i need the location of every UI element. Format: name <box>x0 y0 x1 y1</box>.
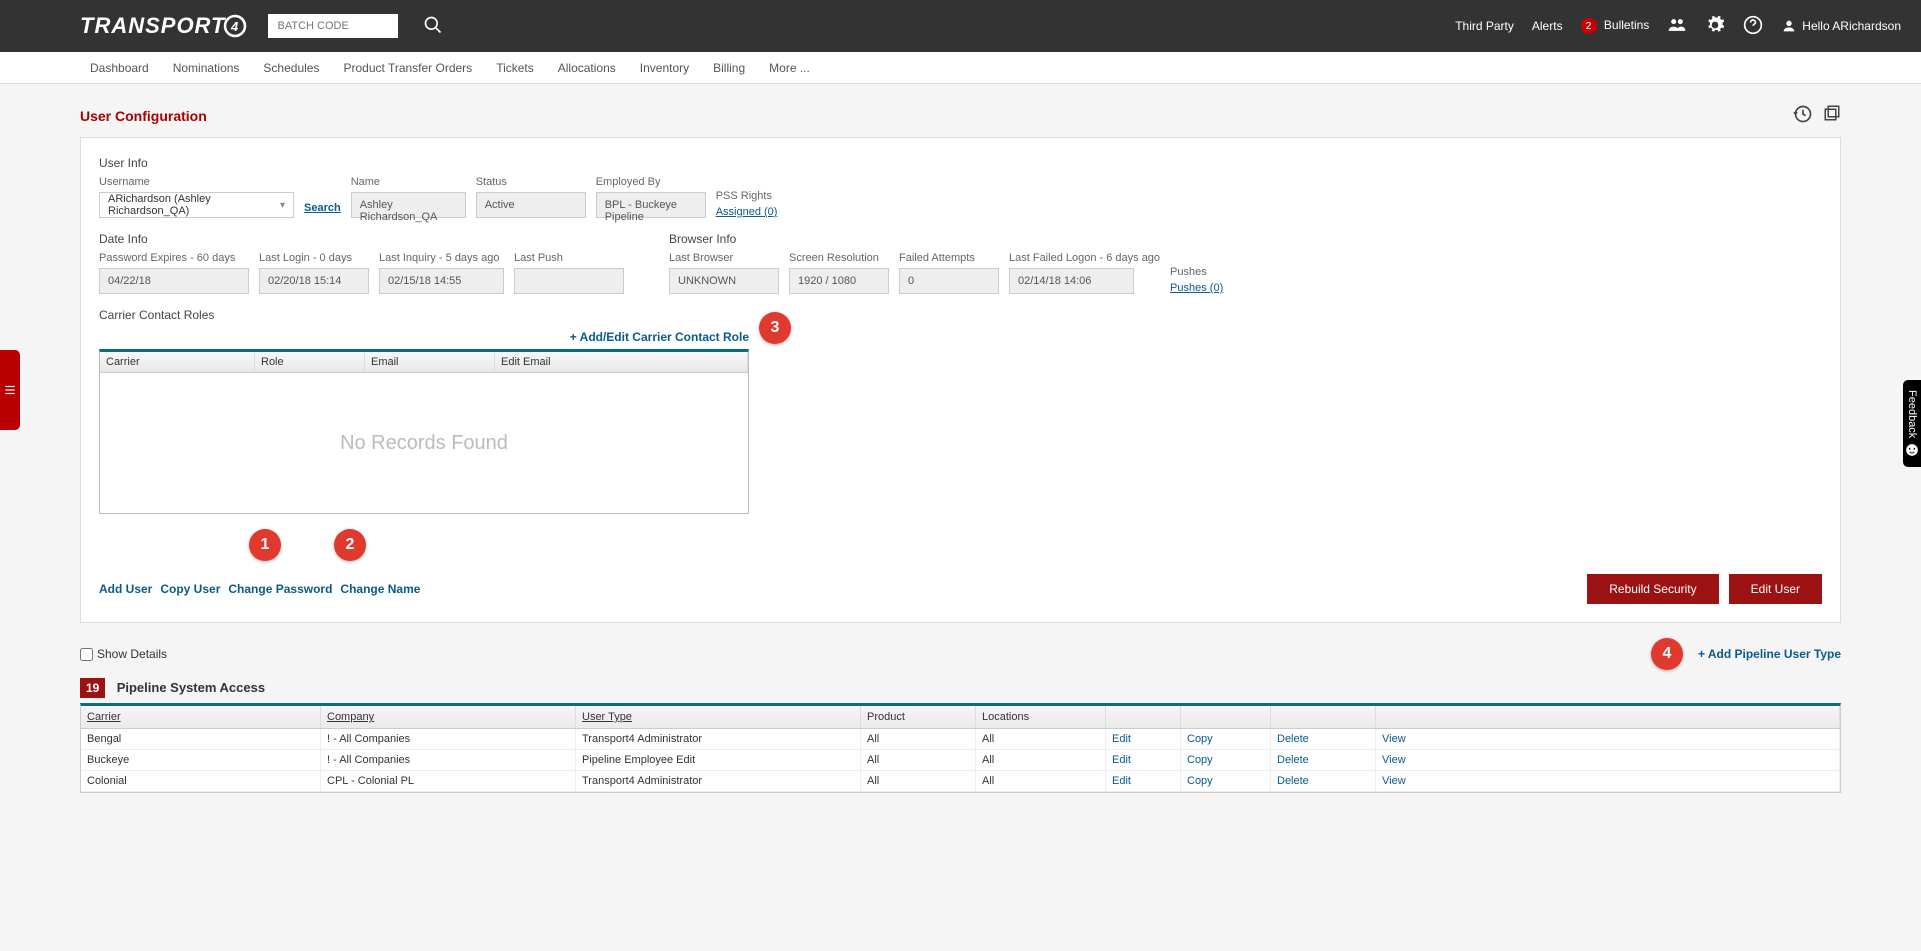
status-label: Status <box>476 176 586 188</box>
nav-tickets[interactable]: Tickets <box>496 61 534 75</box>
nav-billing[interactable]: Billing <box>713 61 745 75</box>
nav-nominations[interactable]: Nominations <box>173 61 240 75</box>
third-party-link[interactable]: Third Party <box>1455 19 1514 33</box>
roles-empty: No Records Found <box>100 373 748 513</box>
chevron-down-icon: ▾ <box>280 200 285 211</box>
psa-count-badge: 19 <box>80 678 105 698</box>
copy-user-link[interactable]: Copy User <box>160 582 220 596</box>
psa-table: Carrier Company User Type Product Locati… <box>80 703 1841 793</box>
last-failed-value: 02/14/18 14:06 <box>1009 268 1134 294</box>
logo: TRANSPORT 4 <box>80 13 248 39</box>
pw-expires-value: 04/22/18 <box>99 268 249 294</box>
annotation-bubble-3: 3 <box>759 312 791 344</box>
nav-pto[interactable]: Product Transfer Orders <box>343 61 472 75</box>
row-edit-link[interactable]: Edit <box>1106 771 1181 791</box>
pss-link[interactable]: Assigned (0) <box>716 206 778 218</box>
add-user-link[interactable]: Add User <box>99 582 152 596</box>
search-link[interactable]: Search <box>304 202 341 214</box>
bulletin-badge: 2 <box>1581 18 1597 34</box>
change-password-link[interactable]: Change Password <box>228 582 332 596</box>
nav-dashboard[interactable]: Dashboard <box>90 61 149 75</box>
feedback-tab[interactable]: Feedback <box>1903 380 1921 467</box>
copy-window-icon[interactable] <box>1823 104 1841 127</box>
last-browser-value: UNKNOWN <box>669 268 779 294</box>
header-right: Third Party Alerts 2 Bulletins Hello ARi… <box>1455 15 1901 38</box>
pss-label: PSS Rights <box>716 190 778 202</box>
table-row: Buckeye! - All CompaniesPipeline Employe… <box>81 750 1840 771</box>
edit-user-button[interactable]: Edit User <box>1729 574 1822 604</box>
show-details-checkbox[interactable]: Show Details <box>80 647 167 661</box>
user-config-panel: User Info Username ARichardson (Ashley R… <box>80 137 1841 623</box>
annotation-bubble-4: 4 <box>1651 638 1683 670</box>
help-icon[interactable] <box>1743 15 1763 38</box>
psa-col-locations[interactable]: Locations <box>976 706 1106 728</box>
last-inquiry-value: 02/15/18 14:55 <box>379 268 504 294</box>
employed-label: Employed By <box>596 176 706 188</box>
roles-col-role[interactable]: Role <box>255 352 365 372</box>
nav-schedules[interactable]: Schedules <box>263 61 319 75</box>
row-view-link[interactable]: View <box>1376 750 1840 770</box>
add-role-link[interactable]: + Add/Edit Carrier Contact Role <box>570 330 749 344</box>
add-pipeline-link[interactable]: + Add Pipeline User Type <box>1698 647 1841 661</box>
header-bar: TRANSPORT 4 Third Party Alerts 2 Bulleti… <box>0 0 1921 52</box>
people-icon[interactable] <box>1667 15 1687 38</box>
nav-allocations[interactable]: Allocations <box>558 61 616 75</box>
section-roles: Carrier Contact Roles <box>99 308 1822 322</box>
table-row: Bengal! - All CompaniesTransport4 Admini… <box>81 729 1840 750</box>
logo-icon: 4 <box>222 13 248 39</box>
svg-text:4: 4 <box>230 19 239 34</box>
psa-col-carrier[interactable]: Carrier <box>81 706 321 728</box>
annotation-bubble-2: 2 <box>334 529 366 561</box>
username-label: Username <box>99 176 294 188</box>
annotation-bubble-1: 1 <box>249 529 281 561</box>
page-title: User Configuration <box>80 108 207 124</box>
section-browser-info: Browser Info <box>669 232 1223 246</box>
failed-attempts-value: 0 <box>899 268 999 294</box>
employed-value: BPL - Buckeye Pipeline <box>596 192 706 218</box>
pushes-link[interactable]: Pushes (0) <box>1170 282 1223 294</box>
last-login-value: 02/20/18 15:14 <box>259 268 369 294</box>
last-push-value <box>514 268 624 294</box>
psa-col-company[interactable]: Company <box>321 706 576 728</box>
row-copy-link[interactable]: Copy <box>1181 750 1271 770</box>
row-edit-link[interactable]: Edit <box>1106 750 1181 770</box>
roles-col-carrier[interactable]: Carrier <box>100 352 255 372</box>
row-delete-link[interactable]: Delete <box>1271 750 1376 770</box>
batch-code-input[interactable] <box>268 14 398 38</box>
status-value: Active <box>476 192 586 218</box>
row-delete-link[interactable]: Delete <box>1271 729 1376 749</box>
screen-res-value: 1920 / 1080 <box>789 268 889 294</box>
nav-inventory[interactable]: Inventory <box>640 61 689 75</box>
table-row: ColonialCPL - Colonial PLTransport4 Admi… <box>81 771 1840 792</box>
row-copy-link[interactable]: Copy <box>1181 729 1271 749</box>
nav-more[interactable]: More ... <box>769 61 810 75</box>
roles-col-edit-email[interactable]: Edit Email <box>495 352 748 372</box>
history-icon[interactable] <box>1793 104 1813 127</box>
section-date-info: Date Info <box>99 232 629 246</box>
roles-col-email[interactable]: Email <box>365 352 495 372</box>
user-greeting[interactable]: Hello ARichardson <box>1781 18 1901 34</box>
row-delete-link[interactable]: Delete <box>1271 771 1376 791</box>
psa-col-usertype[interactable]: User Type <box>576 706 861 728</box>
change-name-link[interactable]: Change Name <box>340 582 420 596</box>
psa-title: Pipeline System Access <box>117 680 265 695</box>
name-value: Ashley Richardson_QA <box>351 192 466 218</box>
row-edit-link[interactable]: Edit <box>1106 729 1181 749</box>
gear-icon[interactable] <box>1705 15 1725 38</box>
row-copy-link[interactable]: Copy <box>1181 771 1271 791</box>
left-drawer-tab[interactable] <box>0 350 20 430</box>
row-view-link[interactable]: View <box>1376 771 1840 791</box>
section-user-info: User Info <box>99 156 1822 170</box>
roles-table: Carrier Role Email Edit Email No Records… <box>99 349 749 514</box>
logo-text: TRANSPORT <box>80 13 226 39</box>
nav-bar: Dashboard Nominations Schedules Product … <box>0 52 1921 84</box>
search-icon[interactable] <box>423 15 443 38</box>
row-view-link[interactable]: View <box>1376 729 1840 749</box>
rebuild-security-button[interactable]: Rebuild Security <box>1587 574 1718 604</box>
alerts-link[interactable]: Alerts <box>1532 19 1563 33</box>
username-dropdown[interactable]: ARichardson (Ashley Richardson_QA) ▾ <box>99 192 294 218</box>
psa-col-product[interactable]: Product <box>861 706 976 728</box>
name-label: Name <box>351 176 466 188</box>
bulletins-link[interactable]: 2 Bulletins <box>1581 18 1650 35</box>
